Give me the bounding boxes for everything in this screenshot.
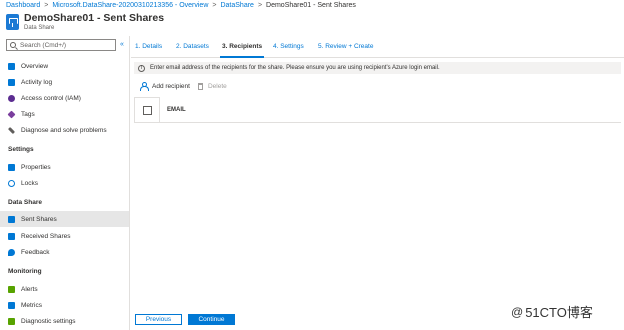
tab-review-create[interactable]: 5. Review + Create (318, 43, 373, 50)
sidebar-item-label: Properties (21, 163, 51, 171)
sidebar-item-locks[interactable]: Locks (0, 175, 129, 191)
breadcrumb-separator: > (212, 1, 217, 9)
metrics-icon (8, 301, 15, 309)
sidebar-item-overview[interactable]: Overview (0, 58, 129, 74)
search-input[interactable]: Search (Cmd+/) (6, 39, 116, 51)
breadcrumb-current: DemoShare01 - Sent Shares (266, 1, 356, 9)
activity-log-icon (8, 78, 15, 86)
properties-icon (8, 163, 15, 171)
breadcrumb: Dashboard > Microsoft.DataShare-20200310… (6, 0, 356, 10)
collapse-sidebar-icon[interactable]: « (120, 41, 124, 48)
sidebar: Search (Cmd+/) « Overview Activity log A… (0, 36, 130, 330)
section-data-share: Data Share (8, 199, 42, 206)
select-all-checkbox[interactable] (143, 106, 152, 115)
search-icon (10, 42, 16, 48)
alert-icon (8, 285, 15, 293)
wizard-tabs: 1. Details 2. Datasets 3. Recipients 4. … (131, 36, 624, 58)
sidebar-item-diagnostic-settings[interactable]: Diagnostic settings (0, 313, 129, 329)
info-text: Enter email address of the recipients fo… (150, 65, 440, 71)
add-recipient-button[interactable]: Add recipient (140, 82, 190, 91)
diagnostic-settings-icon (8, 317, 15, 325)
tab-settings[interactable]: 4. Settings (273, 43, 304, 50)
info-icon: i (138, 64, 145, 72)
watermark: @ 51CTO博客 (511, 302, 593, 321)
section-monitoring: Monitoring (8, 268, 42, 275)
recipients-table: EMAIL (134, 97, 621, 123)
access-control-icon (8, 94, 15, 102)
breadcrumb-dashboard[interactable]: Dashboard (6, 2, 40, 9)
search-placeholder: Search (Cmd+/) (20, 41, 67, 49)
continue-button[interactable]: Continue (188, 314, 235, 325)
sidebar-item-label: Sent Shares (21, 215, 57, 223)
previous-button[interactable]: Previous (135, 314, 182, 325)
overview-icon (8, 62, 15, 70)
tag-icon (7, 110, 16, 118)
sidebar-item-label: Diagnose and solve problems (21, 126, 107, 134)
sidebar-item-label: Alerts (21, 285, 38, 293)
received-shares-icon (8, 232, 15, 240)
sidebar-item-label: Metrics (21, 301, 42, 309)
sidebar-item-label: Overview (21, 62, 49, 70)
sidebar-item-label: Activity log (21, 78, 53, 86)
command-bar: Add recipient Delete (134, 79, 621, 93)
sidebar-item-properties[interactable]: Properties (0, 159, 129, 175)
sidebar-item-label: Locks (21, 179, 38, 187)
sidebar-item-tags[interactable]: Tags (0, 106, 129, 122)
info-banner: i Enter email address of the recipients … (134, 62, 621, 74)
wrench-icon (7, 126, 16, 134)
section-settings: Settings (8, 146, 34, 153)
sidebar-item-alerts[interactable]: Alerts (0, 281, 129, 297)
sidebar-item-access-control[interactable]: Access control (IAM) (0, 90, 129, 106)
breadcrumb-separator: > (257, 1, 263, 9)
sidebar-item-sent-shares[interactable]: Sent Shares (0, 211, 129, 227)
sidebar-item-label: Feedback (21, 248, 50, 256)
sidebar-item-received-shares[interactable]: Received Shares (0, 228, 129, 244)
sidebar-item-label: Diagnostic settings (21, 317, 76, 325)
sidebar-item-label: Received Shares (21, 232, 71, 240)
lock-icon (8, 179, 15, 187)
page-header: DemoShare01 - Sent Shares Data Share (6, 11, 164, 33)
sent-shares-icon (8, 215, 15, 223)
sidebar-item-diagnose[interactable]: Diagnose and solve problems (0, 122, 129, 138)
column-header-email[interactable]: EMAIL (167, 107, 186, 113)
tab-details[interactable]: 1. Details (135, 43, 162, 50)
breadcrumb-datashare-overview[interactable]: Microsoft.DataShare-20200310213356 - Ove… (52, 2, 208, 9)
sidebar-item-feedback[interactable]: Feedback (0, 244, 129, 260)
delete-label: Delete (207, 82, 227, 90)
select-all-cell (134, 97, 160, 123)
main-content: 1. Details 2. Datasets 3. Recipients 4. … (131, 36, 624, 330)
page-subtitle: Data Share (24, 24, 55, 31)
tab-recipients[interactable]: 3. Recipients (222, 43, 262, 50)
watermark-text: 51CTO博客 (525, 305, 593, 320)
sidebar-item-label: Access control (IAM) (21, 94, 81, 102)
sidebar-item-activity-log[interactable]: Activity log (0, 74, 129, 90)
breadcrumb-datashare[interactable]: DataShare (220, 2, 253, 9)
delete-button[interactable]: Delete (197, 82, 227, 90)
breadcrumb-separator: > (44, 1, 49, 9)
title-block: DemoShare01 - Sent Shares Data Share (24, 11, 165, 32)
add-recipient-label: Add recipient (152, 82, 190, 90)
add-person-icon (140, 82, 149, 91)
page-title: DemoShare01 - Sent Shares (24, 11, 165, 24)
feedback-icon (8, 248, 15, 256)
tab-datasets[interactable]: 2. Datasets (176, 43, 209, 50)
data-share-icon (6, 14, 19, 30)
trash-icon (197, 82, 203, 90)
sidebar-item-metrics[interactable]: Metrics (0, 297, 129, 313)
watermark-at: @ (511, 304, 524, 319)
active-tab-indicator (220, 56, 264, 58)
sidebar-item-label: Tags (21, 110, 35, 118)
